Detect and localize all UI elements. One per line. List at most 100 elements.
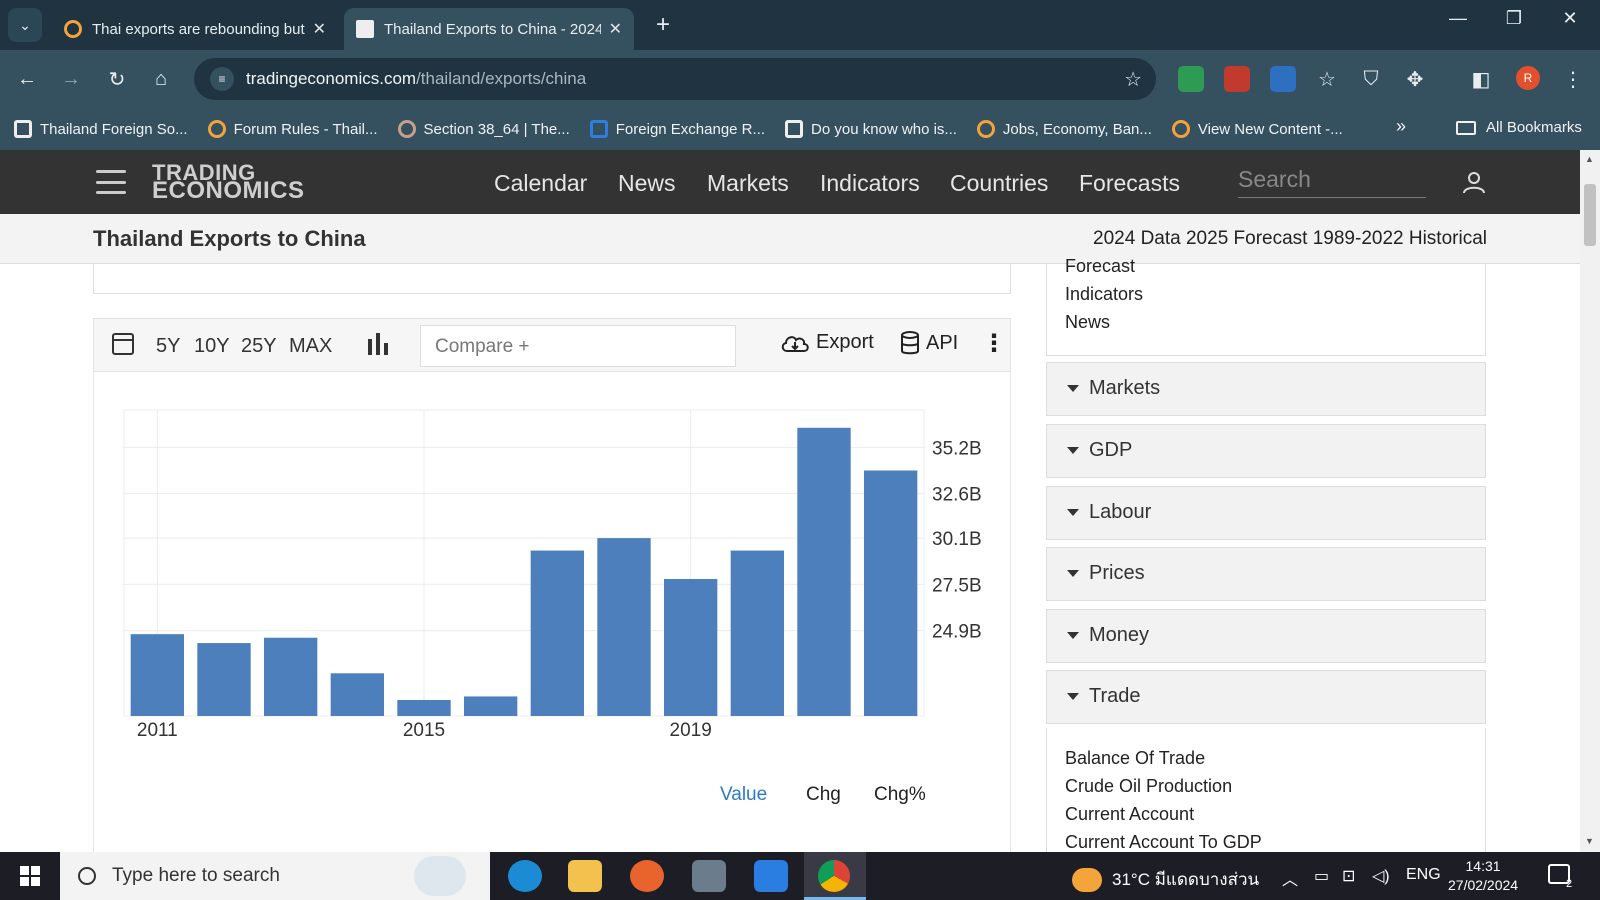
tab-search-dropdown-icon[interactable]: ⌄ <box>8 8 42 42</box>
tab-chg-percent[interactable]: Chg% <box>874 784 926 806</box>
new-tab-icon[interactable]: + <box>648 10 678 40</box>
scroll-up-icon[interactable]: ▲ <box>1585 154 1594 164</box>
api-button[interactable]: API <box>900 331 958 355</box>
accordion-prices[interactable]: Prices <box>1046 547 1486 601</box>
hamburger-menu-icon[interactable] <box>96 170 126 194</box>
sidebar-link-news[interactable]: News <box>1065 312 1110 333</box>
address-bar[interactable]: ≡ tradingeconomics.com/thailand/exports/… <box>194 58 1156 100</box>
all-bookmarks-button[interactable]: All Bookmarks <box>1456 119 1582 136</box>
bookmark-item[interactable]: Jobs, Economy, Ban... <box>976 120 1152 138</box>
forward-icon[interactable]: → <box>56 64 86 94</box>
home-icon[interactable]: ⌂ <box>146 64 176 94</box>
extension-badge-icon[interactable] <box>1270 66 1296 92</box>
weather-widget[interactable]: 31°C มีแดดบางส่วน <box>1072 866 1259 893</box>
extensions-puzzle-icon[interactable]: ✥ <box>1400 64 1430 94</box>
more-bookmarks-icon[interactable]: » <box>1396 116 1406 137</box>
bar-2017 <box>530 550 584 716</box>
scroll-down-icon[interactable]: ▼ <box>1585 836 1594 846</box>
site-info-icon[interactable]: ≡ <box>210 67 234 91</box>
volume-icon[interactable]: ◁) <box>1372 866 1390 886</box>
accordion-labour[interactable]: Labour <box>1046 486 1486 540</box>
privacy-shield-icon[interactable]: ⛉ <box>1356 64 1386 94</box>
page-scrollbar[interactable]: ▲ ▼ <box>1580 150 1600 852</box>
site-header: TRADING ECONOMICS Calendar News Markets … <box>0 150 1580 214</box>
more-options-icon[interactable]: ⋮ <box>982 329 1006 358</box>
trade-item-crude-oil-production[interactable]: Crude Oil Production <box>1065 776 1232 797</box>
nav-forecasts[interactable]: Forecasts <box>1079 170 1180 197</box>
export-button[interactable]: Export <box>780 331 874 354</box>
trade-item-current-account[interactable]: Current Account <box>1065 804 1194 825</box>
scroll-thumb[interactable] <box>1584 184 1596 246</box>
side-panel-icon[interactable]: ◧ <box>1466 64 1496 94</box>
edge-icon[interactable] <box>508 860 542 892</box>
range-max-button[interactable]: MAX <box>289 335 332 358</box>
file-explorer-icon[interactable] <box>568 860 602 892</box>
bookmark-star-icon[interactable]: ☆ <box>1124 67 1142 92</box>
browser-tab-inactive[interactable]: Thai exports are rebounding but ✕ <box>52 8 338 50</box>
windows-start-icon[interactable] <box>20 866 40 886</box>
bookmark-this-icon[interactable]: ☆ <box>1312 64 1342 94</box>
nav-news[interactable]: News <box>618 170 676 197</box>
tab-close-icon[interactable]: ✕ <box>609 19 622 39</box>
calendar-app-icon[interactable] <box>754 860 788 892</box>
site-search-input[interactable]: Search <box>1238 164 1426 198</box>
notification-count: 2 <box>1566 878 1573 890</box>
back-icon[interactable]: ← <box>12 64 42 94</box>
compare-input[interactable]: Compare + <box>420 325 736 367</box>
network-icon[interactable]: ⊡ <box>1342 866 1355 886</box>
nav-indicators[interactable]: Indicators <box>820 170 920 197</box>
sidebar-link-forecast[interactable]: Forecast <box>1065 256 1135 277</box>
bookmark-item[interactable]: Foreign Exchange R... <box>589 120 765 138</box>
close-window-icon[interactable]: ✕ <box>1550 8 1590 29</box>
search-highlight-illustration <box>414 856 466 896</box>
trade-item-balance-of-trade[interactable]: Balance Of Trade <box>1065 748 1205 769</box>
reload-icon[interactable]: ↻ <box>102 64 132 94</box>
bookmark-favicon-icon <box>589 120 608 138</box>
nav-markets[interactable]: Markets <box>707 170 789 197</box>
accordion-trade[interactable]: Trade <box>1046 670 1486 724</box>
bookmark-item[interactable]: Thailand Foreign So... <box>14 120 188 138</box>
accordion-gdp[interactable]: GDP <box>1046 424 1486 478</box>
taskbar-search-box[interactable]: Type here to search <box>60 852 490 900</box>
tab-chg[interactable]: Chg <box>806 784 841 806</box>
bookmark-item[interactable]: Forum Rules - Thail... <box>207 120 378 138</box>
bar-2021 <box>797 427 851 716</box>
bar-2012 <box>197 643 251 716</box>
restore-icon[interactable]: ❐ <box>1494 8 1534 29</box>
bar-2015 <box>397 699 451 716</box>
sidebar-link-indicators[interactable]: Indicators <box>1065 284 1143 305</box>
profile-avatar[interactable]: R <box>1516 66 1540 90</box>
accordion-markets[interactable]: Markets <box>1046 362 1486 416</box>
bookmark-item[interactable]: Section 38_64 | The... <box>397 120 570 138</box>
language-indicator[interactable]: ENG <box>1406 866 1441 884</box>
pdf-extension-icon[interactable] <box>1224 66 1250 92</box>
system-clock[interactable]: 14:31 27/02/2024 <box>1448 857 1518 895</box>
nav-countries[interactable]: Countries <box>950 170 1048 197</box>
nav-calendar[interactable]: Calendar <box>494 170 587 197</box>
calendar-icon[interactable] <box>112 333 134 355</box>
range-5y-button[interactable]: 5Y <box>156 335 180 358</box>
chrome-menu-icon[interactable]: ⋮ <box>1558 64 1588 94</box>
device-icon[interactable]: ▭ <box>1314 866 1329 886</box>
calculator-icon[interactable] <box>692 860 726 892</box>
chart-type-bars-icon[interactable] <box>366 333 390 355</box>
tab-value[interactable]: Value <box>720 784 767 806</box>
shield-extension-icon[interactable] <box>1178 66 1204 92</box>
show-hidden-icons-icon[interactable]: ︿ <box>1282 866 1298 890</box>
browser-toolbar: ← → ↻ ⌂ ≡ tradingeconomics.com/thailand/… <box>0 50 1600 108</box>
browser-tab-active[interactable]: Thailand Exports to China - 2024 ✕ <box>344 8 634 50</box>
accordion-money[interactable]: Money <box>1046 609 1486 663</box>
y-tick-label: 35.2B <box>932 438 982 459</box>
tab-close-icon[interactable]: ✕ <box>313 19 326 39</box>
minimize-icon[interactable]: — <box>1438 8 1478 29</box>
firefox-icon[interactable] <box>630 860 664 892</box>
taskbar-chrome-active[interactable] <box>804 852 866 900</box>
trade-item-current-account-to-gdp[interactable]: Current Account To GDP <box>1065 832 1262 853</box>
range-10y-button[interactable]: 10Y <box>194 335 230 358</box>
caret-down-icon <box>1067 385 1079 392</box>
range-25y-button[interactable]: 25Y <box>241 335 277 358</box>
bookmark-item[interactable]: Do you know who is... <box>785 120 957 138</box>
user-account-icon[interactable] <box>1462 170 1486 194</box>
bookmark-item[interactable]: View New Content -... <box>1171 120 1343 138</box>
site-logo[interactable]: TRADING ECONOMICS <box>152 162 305 203</box>
